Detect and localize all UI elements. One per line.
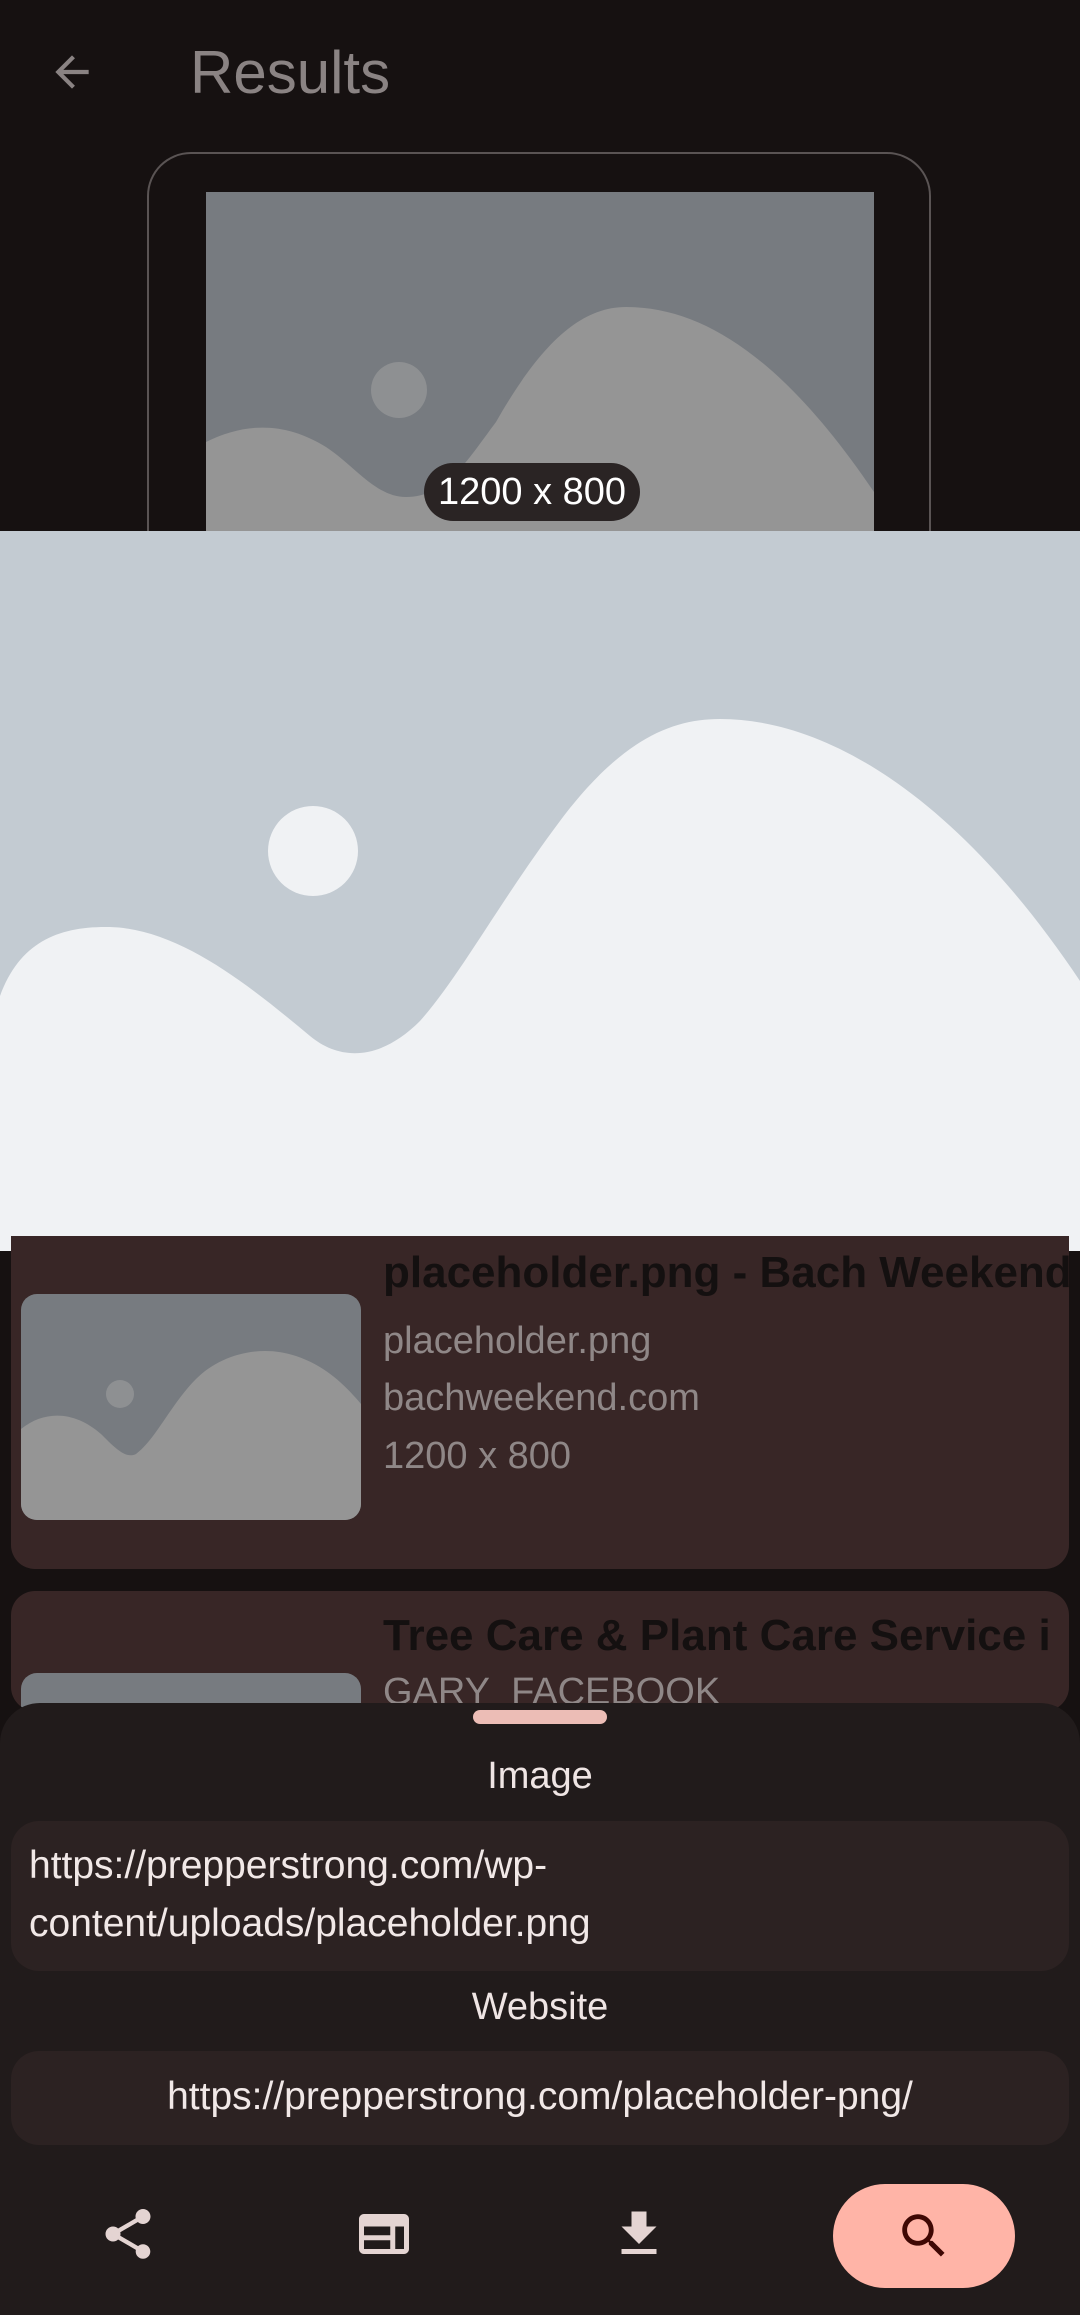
back-button[interactable]	[36, 36, 108, 108]
arrow-back-icon	[55, 55, 89, 89]
result-card[interactable]: Tree Care & Plant Care Service i GARY_FA…	[11, 1591, 1069, 1711]
result-title: placeholder.png - Bach Weekend	[383, 1248, 1069, 1297]
share-button[interactable]	[78, 2184, 178, 2284]
download-icon	[621, 2211, 657, 2254]
download-button[interactable]	[589, 2184, 689, 2284]
open-in-browser-button[interactable]	[334, 2184, 434, 2284]
web-icon	[359, 2214, 409, 2254]
page-title: Results	[190, 39, 391, 106]
website-label: Website	[471, 1986, 609, 2028]
app-bar: Results	[0, 0, 1080, 150]
image-url-field[interactable]: https://prepperstrong.com/wp-content/upl…	[11, 1821, 1069, 1971]
website-url-field[interactable]: https://prepperstrong.com/placeholder-pn…	[11, 2051, 1069, 2145]
image-label: Image	[487, 1755, 593, 1797]
expanded-image[interactable]	[0, 531, 1080, 1251]
bottom-action-bar	[0, 2170, 1080, 2315]
search-button[interactable]	[833, 2184, 1015, 2288]
result-filename: placeholder.png	[383, 1320, 652, 1362]
result-site: bachweekend.com	[383, 1377, 700, 1419]
dimensions-badge: 1200 x 800	[424, 463, 641, 521]
search-icon	[902, 2214, 945, 2257]
result-card[interactable]: placeholder.png - Bach Weekend placehold…	[11, 1236, 1069, 1569]
result-dimensions: 1200 x 800	[383, 1435, 572, 1477]
drag-handle[interactable]	[473, 1710, 607, 1724]
result-title: Tree Care & Plant Care Service i	[383, 1611, 1051, 1660]
result-thumbnail	[21, 1294, 361, 1520]
share-icon	[105, 2209, 151, 2259]
